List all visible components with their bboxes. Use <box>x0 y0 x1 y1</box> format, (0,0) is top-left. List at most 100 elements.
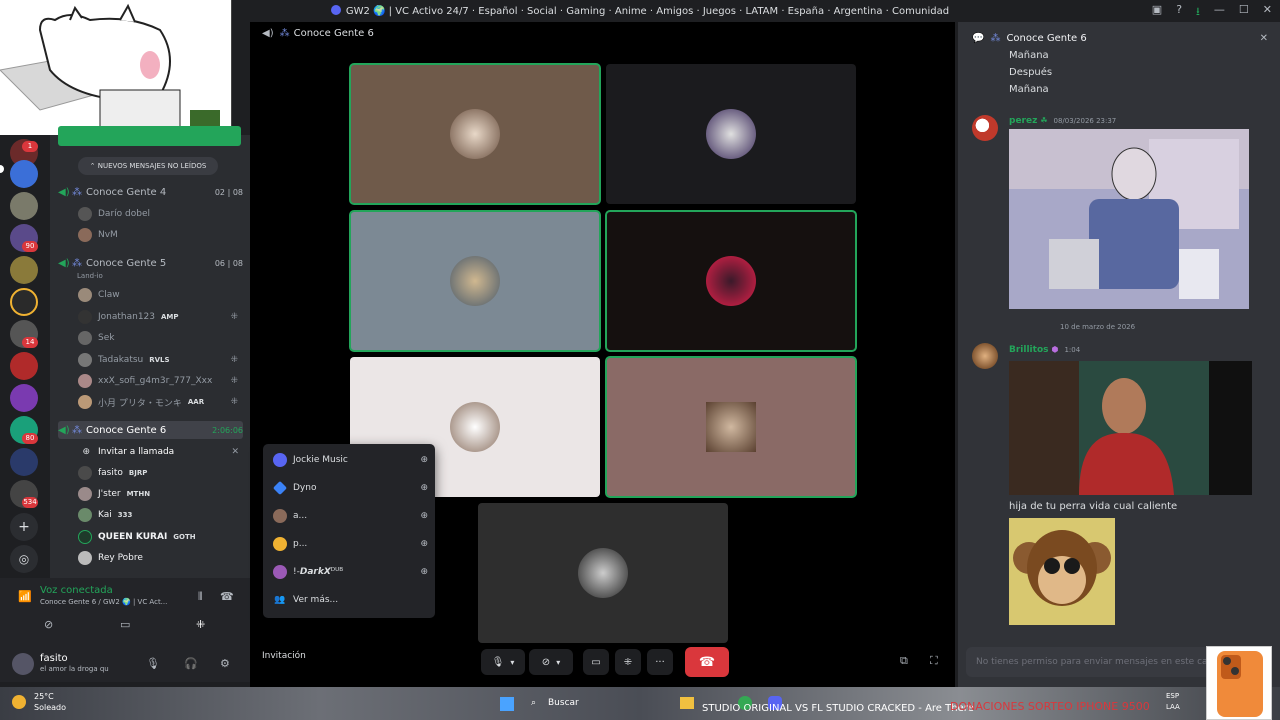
screen-share-icon[interactable]: ▭ <box>120 618 130 631</box>
add-user-icon[interactable]: ⊕ <box>420 511 428 521</box>
server-icon-8[interactable] <box>10 352 38 380</box>
close-icon[interactable]: ✕ <box>231 447 239 457</box>
member-queen-kurai[interactable]: QUEEN KURAI GOTH <box>78 528 238 546</box>
settings-gear-icon[interactable]: ⚙ <box>220 657 230 670</box>
message-image-meme[interactable] <box>1009 129 1249 309</box>
screen-share-button[interactable]: ▭ <box>583 649 609 675</box>
username[interactable]: fasito <box>40 653 68 664</box>
language-indicator-2[interactable]: LAA <box>1166 703 1180 711</box>
member-tadakatsu[interactable]: Tadakatsu RVLS ⁜ <box>78 351 238 369</box>
download-icon[interactable]: ⭳ <box>1196 3 1200 22</box>
close-icon[interactable]: ✕ <box>1260 33 1268 44</box>
member-rey-pobre[interactable]: Rey Pobre <box>78 549 238 567</box>
close-icon[interactable]: ✕ <box>1263 3 1272 22</box>
add-server-icon[interactable]: + <box>10 513 38 541</box>
avatar <box>78 228 92 242</box>
popup-item-darkx[interactable]: !-𝘿𝙖𝙧𝙠𝙓ᴰᵁᴮ ⊕ <box>273 561 428 583</box>
add-user-icon[interactable]: ⊕ <box>420 567 428 577</box>
overlay-video-thumbnail <box>0 0 232 135</box>
member-jonathan[interactable]: Jonathan123 AMP ⁜ <box>78 308 238 326</box>
member-fasito[interactable]: fasito BJRP <box>78 464 238 482</box>
help-icon[interactable]: ? <box>1176 3 1182 22</box>
channel-lock-icon: ⁂ <box>72 257 82 269</box>
stream-banner[interactable] <box>58 126 241 146</box>
participant-tile-6[interactable] <box>605 356 857 498</box>
language-indicator[interactable]: ESP <box>1166 692 1179 700</box>
popup-item-a[interactable]: a... ⊕ <box>273 505 428 527</box>
activities-icon[interactable]: ⁜ <box>196 618 205 631</box>
activities-button[interactable]: ⁜ <box>615 649 641 675</box>
chat-message-line: Mañana <box>1009 50 1049 61</box>
server-tag: MTHN <box>126 490 151 498</box>
member-kai[interactable]: Kai 333 <box>78 506 238 524</box>
member-sek[interactable]: Sek <box>78 329 238 347</box>
avatar[interactable] <box>972 343 998 369</box>
avatar <box>78 395 92 409</box>
microphone-icon[interactable]: 🎙 <box>146 657 160 670</box>
more-options-button[interactable]: ··· <box>647 649 673 675</box>
fullscreen-icon[interactable]: ⛶ <box>930 654 938 668</box>
popup-item-dyno[interactable]: Dyno ⊕ <box>272 477 428 499</box>
user-avatar[interactable] <box>12 653 34 675</box>
participant-tile-7[interactable] <box>478 503 728 643</box>
server-icon-11[interactable] <box>10 448 38 476</box>
message-image-webcam[interactable] <box>1009 361 1252 495</box>
invite-label: Invitar a llamada <box>98 447 175 457</box>
server-icon-gw2[interactable] <box>10 160 38 188</box>
invite-to-call-row[interactable]: ⊕ Invitar a llamada ✕ <box>58 443 243 461</box>
windows-start-icon[interactable] <box>500 697 514 711</box>
popup-item-p[interactable]: p... ⊕ <box>273 533 428 555</box>
member-jster[interactable]: J'ster MTHN <box>78 485 238 503</box>
camera-off-icon[interactable]: ⊘ <box>44 618 53 631</box>
minimize-icon[interactable]: — <box>1214 3 1225 22</box>
add-user-icon[interactable]: ⊕ <box>420 455 428 465</box>
add-user-icon: ⊕ <box>82 447 90 457</box>
participant-avatar <box>450 256 500 306</box>
voice-channel-conoce-gente-4[interactable]: ◀) ⁂ Conoce Gente 4 02 | 08 <box>58 183 243 201</box>
popup-item-jockie-music[interactable]: Jockie Music ⊕ <box>273 449 428 471</box>
date-separator: 10 de marzo de 2026 <box>1060 323 1136 331</box>
file-explorer-icon[interactable] <box>680 697 694 709</box>
invite-button[interactable]: Invitación <box>262 651 306 661</box>
member-claw[interactable]: Claw <box>78 286 238 304</box>
voice-channel-conoce-gente-5[interactable]: ◀) ⁂ Conoce Gente 5 06 | 08 <box>58 254 243 272</box>
avatar[interactable] <box>972 115 998 141</box>
noise-suppression-icon[interactable]: ⫴ <box>198 590 203 604</box>
member-nvm[interactable]: NvM <box>78 226 238 244</box>
maximize-icon[interactable]: ☐ <box>1239 3 1249 22</box>
taskbar-search[interactable]: Buscar <box>548 698 579 708</box>
add-user-icon[interactable]: ⊕ <box>420 483 428 493</box>
server-icon-5[interactable] <box>10 256 38 284</box>
server-icon-eye[interactable] <box>10 288 38 316</box>
voice-status[interactable]: Voz conectada <box>40 585 113 596</box>
inbox-icon[interactable]: ▣ <box>1152 3 1162 22</box>
member-koduki[interactable]: 小月 プリタ・モンキ AAR ⁜ <box>78 393 238 411</box>
voice-channel-conoce-gente-6[interactable]: ◀) ⁂ Conoce Gente 6 2:06:06 <box>58 421 243 439</box>
participant-tile-3[interactable] <box>349 210 601 352</box>
unread-messages-banner[interactable]: ⌃ NUEVOS MENSAJES NO LEÍDOS <box>78 157 218 175</box>
chat-title: Conoce Gente 6 <box>1006 32 1087 44</box>
participant-tile-2[interactable] <box>606 64 856 204</box>
participant-tile-4[interactable] <box>605 210 857 352</box>
member-sofi[interactable]: xxX_sofi_g4m3r_777_Xxx ⁜ <box>78 372 238 390</box>
microphone-control[interactable]: 🎙 ▾ <box>481 649 525 675</box>
message-author[interactable]: perez ☘ 08/03/2026 23:37 <box>1009 116 1116 126</box>
server-icon-9[interactable] <box>10 384 38 412</box>
camera-control[interactable]: ⊘ ▾ <box>529 649 573 675</box>
add-user-icon[interactable]: ⊕ <box>420 539 428 549</box>
popup-see-more[interactable]: 👥 Ver más... <box>273 589 428 611</box>
server-icon-3[interactable] <box>10 192 38 220</box>
headphones-icon[interactable]: 🎧 <box>184 657 198 670</box>
disconnect-icon[interactable]: ☎ <box>220 590 234 603</box>
signal-icon[interactable]: 📶 <box>18 590 32 603</box>
phone-drawing <box>1217 651 1263 717</box>
pop-out-icon[interactable]: ⧉ <box>900 654 908 668</box>
voice-channel-path[interactable]: Conoce Gente 6 / GW2 🌍 | VC Act... <box>40 598 167 606</box>
discover-icon[interactable]: ◎ <box>10 545 38 573</box>
message-image-monkey[interactable] <box>1009 518 1115 625</box>
mention-badge: 534 <box>22 497 38 508</box>
member-dario[interactable]: Darío dobel <box>78 205 238 223</box>
hang-up-button[interactable]: ☎ <box>685 647 729 677</box>
participant-tile-1[interactable] <box>349 63 601 205</box>
message-author[interactable]: Brillitos ⬢ 1:04 <box>1009 345 1080 355</box>
